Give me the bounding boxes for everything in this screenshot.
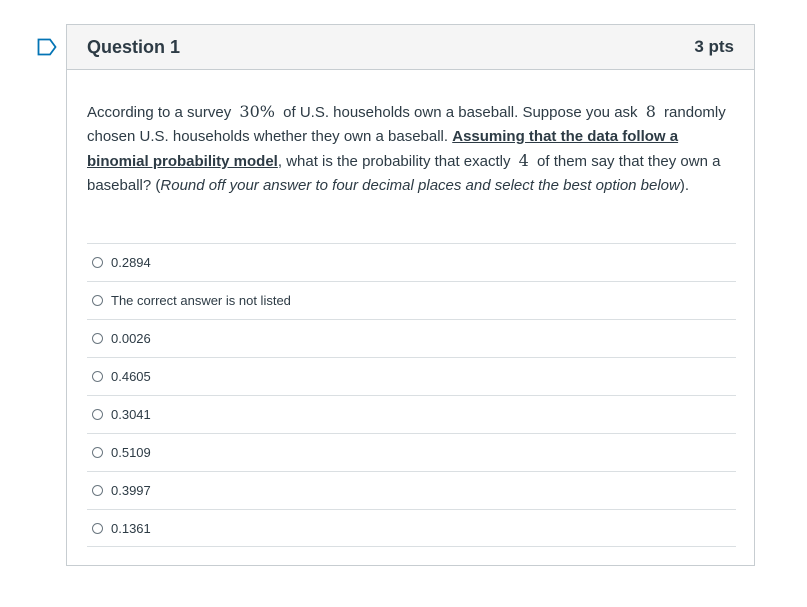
- radio-button[interactable]: [92, 409, 103, 420]
- question-title: Question 1: [87, 36, 181, 57]
- question-header: Question 1 3 pts: [67, 25, 754, 70]
- rounding-instruction: Round off your answer to four decimal pl…: [160, 177, 680, 194]
- question-text-part: , what is the probability that exactly: [277, 153, 515, 170]
- math-sample-size: 8: [645, 102, 656, 121]
- radio-button[interactable]: [92, 447, 103, 458]
- question-points: 3 pts: [694, 37, 734, 56]
- question-card: Question 1 3 pts According to a survey 3…: [66, 24, 755, 566]
- answer-label[interactable]: 0.0026: [111, 331, 151, 346]
- answer-label[interactable]: 0.4605: [111, 369, 151, 384]
- radio-button[interactable]: [92, 485, 103, 496]
- answer-option[interactable]: 0.5109: [87, 433, 736, 471]
- answer-option[interactable]: 0.3997: [87, 471, 736, 509]
- answer-label[interactable]: 0.3997: [111, 483, 151, 498]
- answer-label[interactable]: 0.5109: [111, 445, 151, 460]
- answer-label[interactable]: 0.2894: [111, 255, 151, 270]
- answer-option[interactable]: 0.2894: [87, 243, 736, 281]
- math-exact-count: 4: [518, 151, 529, 170]
- question-text-part: ).: [679, 177, 690, 194]
- answer-option[interactable]: 0.4605: [87, 357, 736, 395]
- question-text-part: of U.S. households own a baseball. Suppo…: [278, 104, 642, 121]
- radio-button[interactable]: [92, 522, 103, 534]
- question-text: According to a survey 30% of U.S. househ…: [87, 100, 735, 198]
- answer-option[interactable]: The correct answer is not listed: [87, 281, 736, 319]
- radio-button[interactable]: [92, 257, 103, 268]
- radio-button[interactable]: [92, 333, 103, 344]
- flag-question-icon[interactable]: [37, 38, 57, 56]
- answer-label[interactable]: 0.3041: [111, 407, 151, 422]
- answer-option[interactable]: 0.1361: [87, 509, 736, 547]
- answer-option[interactable]: 0.3041: [87, 395, 736, 433]
- answer-label[interactable]: The correct answer is not listed: [111, 293, 291, 308]
- radio-button[interactable]: [92, 371, 103, 382]
- answer-option[interactable]: 0.0026: [87, 319, 736, 357]
- answer-list: 0.2894 The correct answer is not listed …: [87, 243, 736, 547]
- answer-label[interactable]: 0.1361: [111, 521, 151, 536]
- math-percent: 30%: [239, 102, 275, 121]
- question-text-part: According to a survey: [87, 104, 236, 121]
- radio-button[interactable]: [92, 295, 103, 306]
